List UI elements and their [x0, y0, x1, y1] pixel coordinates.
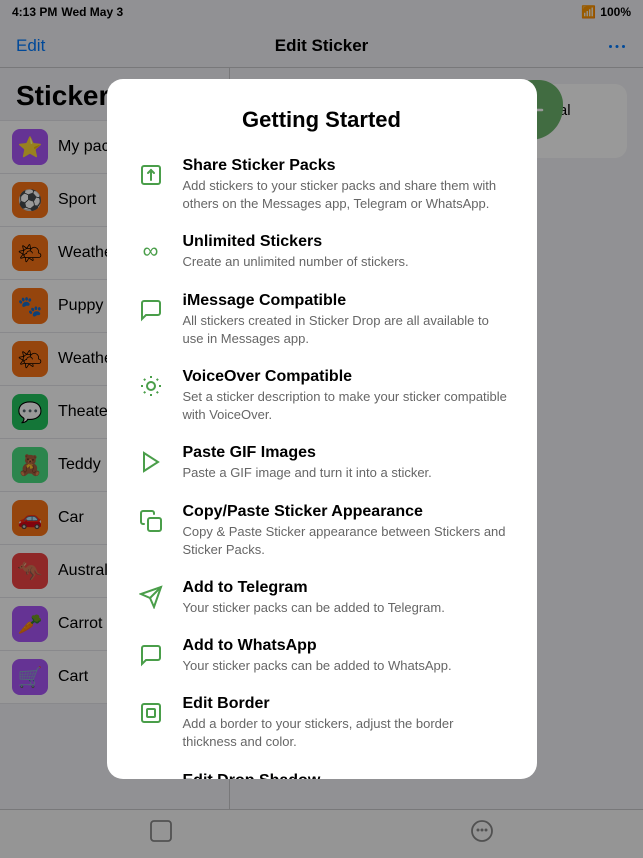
feature-desc-share: Add stickers to your sticker packs and s…: [183, 177, 509, 213]
feature-item-border: Edit Border Add a border to your sticker…: [135, 695, 509, 751]
feature-name-gif: Paste GIF Images: [183, 444, 509, 462]
feature-item-shadow: Edit Drop Shadow Does your sticker blend…: [135, 772, 509, 779]
feature-item-telegram: Add to Telegram Your sticker packs can b…: [135, 579, 509, 617]
feature-item-imessage: iMessage Compatible All stickers created…: [135, 292, 509, 348]
feature-text-gif: Paste GIF Images Paste a GIF image and t…: [183, 444, 509, 482]
feature-desc-telegram: Your sticker packs can be added to Teleg…: [183, 599, 509, 617]
modal-title: Getting Started: [135, 107, 509, 133]
feature-icon-share: [135, 159, 167, 191]
feature-icon-border: [135, 697, 167, 729]
feature-text-shadow: Edit Drop Shadow Does your sticker blend…: [183, 772, 509, 779]
feature-item-whatsapp: Add to WhatsApp Your sticker packs can b…: [135, 637, 509, 675]
feature-list: Share Sticker Packs Add stickers to your…: [135, 157, 509, 779]
feature-name-voiceover: VoiceOver Compatible: [183, 368, 509, 386]
feature-name-border: Edit Border: [183, 695, 509, 713]
feature-text-share: Share Sticker Packs Add stickers to your…: [183, 157, 509, 213]
feature-text-whatsapp: Add to WhatsApp Your sticker packs can b…: [183, 637, 509, 675]
feature-desc-voiceover: Set a sticker description to make your s…: [183, 388, 509, 424]
feature-icon-imessage: [135, 294, 167, 326]
feature-item-gif: Paste GIF Images Paste a GIF image and t…: [135, 444, 509, 482]
feature-icon-telegram: [135, 581, 167, 613]
feature-name-share: Share Sticker Packs: [183, 157, 509, 175]
feature-name-shadow: Edit Drop Shadow: [183, 772, 509, 779]
feature-item-voiceover: VoiceOver Compatible Set a sticker descr…: [135, 368, 509, 424]
feature-icon-whatsapp: [135, 639, 167, 671]
getting-started-modal: Getting Started Share Sticker Packs Add …: [107, 79, 537, 779]
feature-text-imessage: iMessage Compatible All stickers created…: [183, 292, 509, 348]
feature-desc-gif: Paste a GIF image and turn it into a sti…: [183, 464, 509, 482]
feature-name-whatsapp: Add to WhatsApp: [183, 637, 509, 655]
feature-text-voiceover: VoiceOver Compatible Set a sticker descr…: [183, 368, 509, 424]
feature-item-share: Share Sticker Packs Add stickers to your…: [135, 157, 509, 213]
feature-name-telegram: Add to Telegram: [183, 579, 509, 597]
feature-name-unlimited: Unlimited Stickers: [183, 233, 509, 251]
feature-icon-unlimited: ∞: [135, 235, 167, 267]
feature-text-copy-paste: Copy/Paste Sticker Appearance Copy & Pas…: [183, 503, 509, 559]
feature-text-unlimited: Unlimited Stickers Create an unlimited n…: [183, 233, 509, 271]
feature-icon-voiceover: [135, 370, 167, 402]
feature-text-telegram: Add to Telegram Your sticker packs can b…: [183, 579, 509, 617]
feature-desc-unlimited: Create an unlimited number of stickers.: [183, 253, 509, 271]
feature-icon-gif: [135, 446, 167, 478]
modal-overlay: Getting Started Share Sticker Packs Add …: [0, 0, 643, 858]
feature-text-border: Edit Border Add a border to your sticker…: [183, 695, 509, 751]
feature-desc-copy-paste: Copy & Paste Sticker appearance between …: [183, 523, 509, 559]
feature-name-imessage: iMessage Compatible: [183, 292, 509, 310]
feature-icon-copy-paste: [135, 505, 167, 537]
feature-desc-border: Add a border to your stickers, adjust th…: [183, 715, 509, 751]
feature-icon-shadow: [135, 774, 167, 779]
feature-desc-imessage: All stickers created in Sticker Drop are…: [183, 312, 509, 348]
feature-name-copy-paste: Copy/Paste Sticker Appearance: [183, 503, 509, 521]
feature-item-copy-paste: Copy/Paste Sticker Appearance Copy & Pas…: [135, 503, 509, 559]
feature-desc-whatsapp: Your sticker packs can be added to Whats…: [183, 657, 509, 675]
feature-item-unlimited: ∞ Unlimited Stickers Create an unlimited…: [135, 233, 509, 271]
